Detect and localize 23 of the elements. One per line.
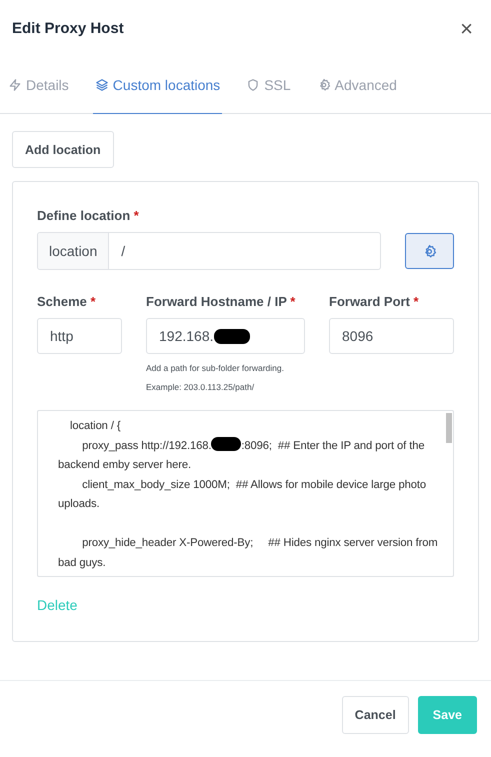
field-label: Scheme * — [37, 294, 97, 309]
field-label: Define location * — [37, 208, 140, 223]
field-label: Forward Port * — [329, 294, 420, 309]
input-field[interactable]: 192.168. — [146, 318, 305, 354]
location-field[interactable]: location / — [37, 232, 381, 270]
scrollbar[interactable] — [446, 413, 452, 443]
add-location-button[interactable]: Add location — [12, 131, 114, 168]
field-label: Forward Hostname / IP * — [146, 294, 296, 309]
bolt-icon — [8, 78, 22, 92]
redaction-mark — [214, 328, 250, 344]
shield-icon — [246, 78, 260, 92]
help-text: Add a path for sub-folder forwarding. — [146, 363, 285, 373]
dialog-title: Edit Proxy Host — [12, 20, 124, 37]
input-field[interactable]: http — [37, 318, 122, 354]
redaction-mark — [211, 436, 242, 450]
layers-icon — [94, 78, 109, 92]
close-button[interactable]: × — [460, 16, 473, 42]
config-textarea[interactable]: location / { proxy_pass http://192.168. :8096; ## Enter the IP and port of the backend emby server here. client_max_body_size 1000M; ## Allows for mobile device large photo uploads. proxy_hide_header X-Powered-By; ## Hides nginx server version from bad guys. — [37, 410, 454, 577]
cancel-button[interactable]: Cancel — [342, 696, 409, 734]
tab[interactable]: Custom locations — [92, 57, 222, 114]
help-text: Example: 203.0.113.25/path/ — [146, 382, 256, 392]
settings-button[interactable] — [405, 233, 454, 269]
input-field[interactable]: 8096 — [329, 318, 454, 354]
